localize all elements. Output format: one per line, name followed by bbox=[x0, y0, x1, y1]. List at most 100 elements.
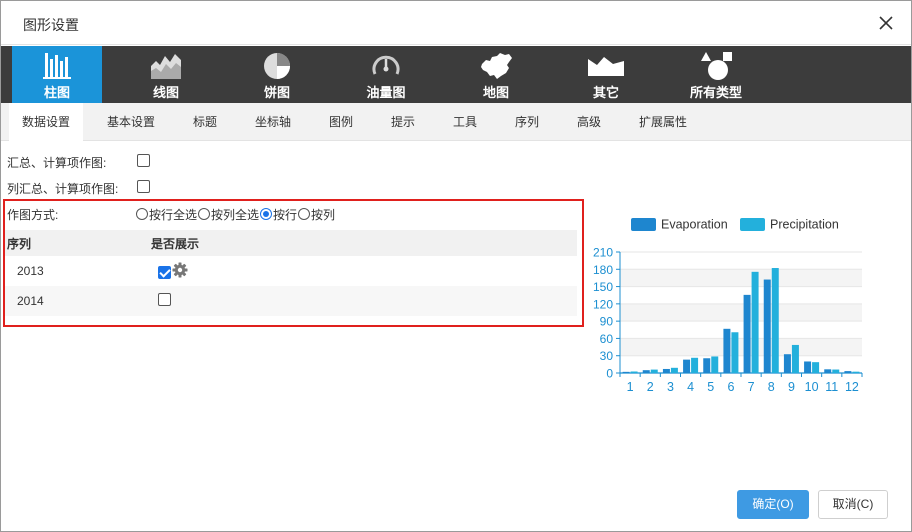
dialog-titlebar: 图形设置 bbox=[1, 1, 911, 45]
radio-by-column[interactable]: 按列 bbox=[298, 206, 335, 223]
ok-button[interactable]: 确定(O) bbox=[737, 490, 809, 519]
y-tick-label: 30 bbox=[600, 349, 614, 363]
column-summary-plot-label: 列汇总、计算项作图: bbox=[7, 182, 119, 196]
radio-dot bbox=[198, 208, 211, 220]
bar-precipitation-3 bbox=[670, 367, 678, 373]
bar-precipitation-8 bbox=[771, 268, 779, 373]
chart-type-label: 油量图 bbox=[366, 85, 406, 100]
header-series: 序列 bbox=[7, 236, 32, 251]
summary-plot-label: 汇总、计算项作图: bbox=[7, 156, 107, 170]
radio-by-row[interactable]: 按行 bbox=[260, 206, 297, 223]
chart-type-bar-item[interactable]: 柱图 bbox=[12, 46, 102, 103]
x-tick-label: 1 bbox=[627, 380, 634, 394]
gauge-chart-icon bbox=[341, 50, 431, 82]
tab-advanced[interactable]: 高级 bbox=[565, 103, 613, 141]
tab-extended-properties[interactable]: 扩展属性 bbox=[631, 103, 695, 141]
chart-preview: Evaporation Precipitation 0 30 60 90 120 150 180… bbox=[593, 218, 863, 394]
table-row: 2013 bbox=[5, 256, 577, 286]
plot-mode-label: 作图方式: bbox=[7, 208, 59, 222]
chart-type-bar: 柱图 线图 饼图 油量图 地图 其它 所有类型 bbox=[1, 46, 911, 103]
bar-precipitation-1 bbox=[630, 371, 638, 373]
gear-icon[interactable] bbox=[172, 262, 188, 278]
chart-type-all-item[interactable]: 所有类型 bbox=[671, 46, 761, 103]
bar-precipitation-6 bbox=[731, 332, 739, 373]
column-summary-plot-checkbox[interactable] bbox=[137, 180, 150, 193]
map-china-icon bbox=[451, 50, 541, 82]
tab-data-settings[interactable]: 数据设置 bbox=[9, 103, 83, 142]
tab-series[interactable]: 序列 bbox=[503, 103, 551, 141]
y-tick-label: 0 bbox=[606, 367, 613, 381]
plot-mode-radio-group: 按行全选 按列全选 按行 按列 bbox=[136, 206, 336, 222]
pie-chart-icon bbox=[232, 50, 322, 82]
bar-precipitation-7 bbox=[751, 271, 759, 373]
chart-type-gauge-item[interactable]: 油量图 bbox=[341, 46, 431, 103]
bar-evaporation-11 bbox=[824, 369, 832, 373]
close-icon[interactable] bbox=[877, 14, 895, 32]
bar-evaporation-1 bbox=[622, 371, 630, 373]
x-tick-label: 6 bbox=[727, 380, 734, 394]
y-tick-label: 120 bbox=[593, 297, 613, 311]
radio-dot bbox=[136, 208, 148, 220]
chart-type-label: 饼图 bbox=[263, 85, 290, 100]
bar-precipitation-10 bbox=[812, 362, 820, 373]
bar-chart-icon bbox=[12, 50, 102, 82]
bar-precipitation-4 bbox=[691, 357, 699, 373]
bar-evaporation-10 bbox=[804, 361, 812, 373]
table-row: 2014 bbox=[5, 286, 577, 316]
legend-swatch bbox=[631, 218, 656, 231]
bar-precipitation-9 bbox=[791, 344, 799, 373]
chart-settings-dialog: 图形设置 柱图 线图 饼图 油量图 地图 其它 所有类型 数据设置 基本设置 标… bbox=[0, 0, 912, 532]
show-series-checkbox[interactable] bbox=[158, 293, 171, 306]
series-name: 2014 bbox=[17, 294, 44, 308]
chart-type-label: 线图 bbox=[152, 85, 179, 100]
legend-label: Evaporation bbox=[661, 218, 728, 232]
cancel-button[interactable]: 取消(C) bbox=[818, 490, 888, 519]
y-tick-label: 210 bbox=[593, 246, 613, 260]
tab-tooltip[interactable]: 提示 bbox=[379, 103, 427, 141]
tab-tools[interactable]: 工具 bbox=[441, 103, 489, 141]
bar-evaporation-8 bbox=[763, 279, 771, 373]
chart-type-pie-item[interactable]: 饼图 bbox=[232, 46, 322, 103]
x-tick-label: 5 bbox=[707, 380, 714, 394]
bar-precipitation-11 bbox=[832, 369, 840, 373]
radio-select-all-rows[interactable]: 按行全选 bbox=[136, 206, 197, 223]
x-tick-label: 9 bbox=[788, 380, 795, 394]
bar-evaporation-4 bbox=[683, 359, 691, 373]
grid-band bbox=[620, 269, 862, 287]
show-series-checkbox[interactable] bbox=[158, 266, 171, 279]
series-table: 序列 是否展示 2013 2014 bbox=[5, 230, 577, 316]
y-tick-label: 150 bbox=[593, 280, 613, 294]
bar-evaporation-9 bbox=[783, 354, 791, 373]
legend-label: Precipitation bbox=[770, 218, 839, 232]
chart-type-label: 地图 bbox=[482, 85, 509, 100]
tab-title[interactable]: 标题 bbox=[181, 103, 229, 141]
chart-type-label: 所有类型 bbox=[689, 85, 742, 100]
tab-axis[interactable]: 坐标轴 bbox=[245, 103, 301, 141]
header-show: 是否展示 bbox=[151, 236, 200, 251]
summary-plot-checkbox[interactable] bbox=[137, 154, 150, 167]
x-tick-label: 11 bbox=[825, 380, 838, 394]
chart-type-other-item[interactable]: 其它 bbox=[561, 46, 651, 103]
x-tick-label: 3 bbox=[667, 380, 674, 394]
y-tick-label: 60 bbox=[600, 332, 614, 346]
tab-legend[interactable]: 图例 bbox=[317, 103, 365, 141]
radio-select-all-columns[interactable]: 按列全选 bbox=[198, 206, 259, 223]
bar-evaporation-6 bbox=[723, 328, 731, 373]
series-table-header: 序列 是否展示 bbox=[5, 230, 577, 256]
series-name: 2013 bbox=[17, 264, 44, 278]
all-types-icon bbox=[671, 50, 761, 82]
legend-swatch bbox=[740, 218, 765, 231]
bar-precipitation-5 bbox=[711, 356, 719, 373]
chart-type-map-item[interactable]: 地图 bbox=[451, 46, 541, 103]
bar-evaporation-7 bbox=[743, 294, 751, 373]
chart-type-label: 柱图 bbox=[43, 85, 70, 100]
bar-evaporation-2 bbox=[642, 370, 650, 373]
tab-basic-settings[interactable]: 基本设置 bbox=[97, 103, 165, 141]
bar-evaporation-12 bbox=[844, 371, 852, 373]
grid-band bbox=[620, 338, 862, 356]
chart-type-line-item[interactable]: 线图 bbox=[121, 46, 211, 103]
chart-type-label: 其它 bbox=[592, 85, 619, 100]
x-tick-label: 2 bbox=[647, 380, 654, 394]
dialog-title: 图形设置 bbox=[23, 17, 79, 33]
x-tick-label: 7 bbox=[748, 380, 755, 394]
